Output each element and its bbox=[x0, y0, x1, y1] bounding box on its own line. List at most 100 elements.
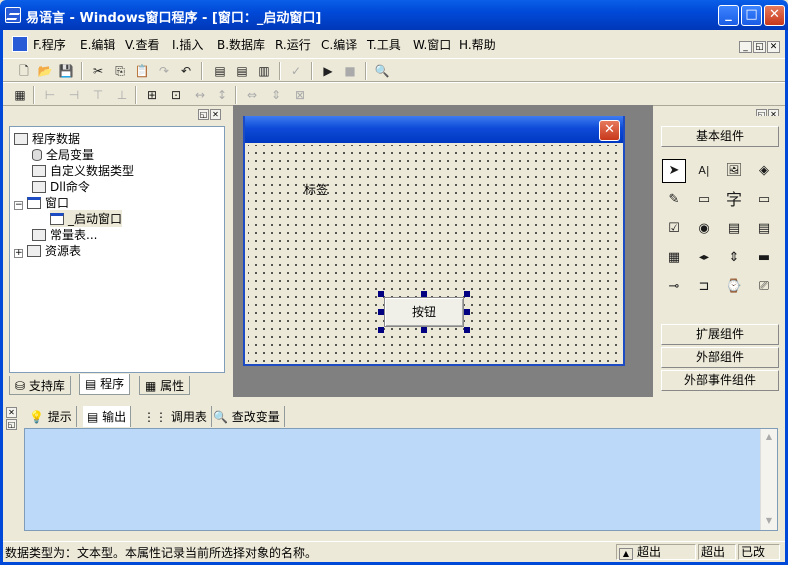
menu-view[interactable]: V.查看 bbox=[125, 36, 159, 53]
menu-compile[interactable]: C.编译 bbox=[321, 36, 357, 53]
tree-item-global-vars[interactable]: 全局变量 bbox=[32, 146, 94, 163]
menu-help[interactable]: H.帮助 bbox=[459, 36, 496, 53]
tab-watch-vars[interactable]: 🔍 查改变量 bbox=[209, 406, 285, 427]
groupbox-tool-icon[interactable]: ▭ bbox=[692, 188, 716, 212]
check-icon[interactable]: ✓ bbox=[287, 62, 305, 80]
center-v-icon[interactable]: ⊡ bbox=[167, 86, 185, 104]
pointer-icon[interactable]: ➤ bbox=[662, 159, 686, 183]
menu-run[interactable]: R.运行 bbox=[275, 36, 311, 53]
align-left-icon[interactable]: ⊢ bbox=[41, 86, 59, 104]
menu-edit[interactable]: E.编辑 bbox=[80, 36, 115, 53]
copy-icon[interactable]: ⎘ bbox=[111, 62, 129, 80]
picture-tool-icon[interactable]: 🖼 bbox=[722, 159, 746, 183]
center-h-icon[interactable]: ⊞ bbox=[143, 86, 161, 104]
form-close-icon[interactable]: ✕ bbox=[599, 120, 620, 141]
find-icon[interactable]: 🔍 bbox=[373, 62, 391, 80]
tab-properties[interactable]: ▦ 属性 bbox=[139, 376, 191, 395]
menu-insert[interactable]: I.插入 bbox=[172, 36, 203, 53]
resize-handle[interactable] bbox=[464, 309, 470, 315]
vscroll-tool-icon[interactable]: ⇕ bbox=[722, 246, 746, 270]
combobox-tool-icon[interactable]: ▤ bbox=[722, 217, 746, 241]
menu-tools[interactable]: T.工具 bbox=[367, 36, 401, 53]
listbox-tool-icon[interactable]: ▤ bbox=[752, 217, 776, 241]
maximize-icon[interactable]: □ bbox=[741, 5, 762, 26]
tab-call-table[interactable]: ⋮⋮ 调用表 bbox=[139, 406, 212, 427]
draw-tool-icon[interactable]: ✎ bbox=[662, 188, 686, 212]
scroll-down-icon[interactable]: ▼ bbox=[761, 513, 777, 529]
run-icon[interactable]: ▶ bbox=[319, 62, 337, 80]
slider-tool-icon[interactable]: ⊸ bbox=[662, 275, 686, 299]
resize-handle[interactable] bbox=[421, 327, 427, 333]
label-tool-icon[interactable]: A| bbox=[692, 159, 716, 183]
resize-handle[interactable] bbox=[421, 291, 427, 297]
radio-tool-icon[interactable]: ◉ bbox=[692, 217, 716, 241]
shape-tool-icon[interactable]: ◈ bbox=[752, 159, 776, 183]
panel-close-icon[interactable]: ✕ bbox=[210, 109, 221, 120]
menu-database[interactable]: B.数据库 bbox=[217, 36, 265, 53]
resize-handle[interactable] bbox=[464, 327, 470, 333]
stop-icon[interactable]: ■ bbox=[341, 62, 359, 80]
menu-program[interactable]: F.程序 bbox=[33, 36, 66, 53]
program-tree[interactable]: 程序数据 全局变量 自定义数据类型 Dll命令 − 窗口 _启动窗口 常量表...… bbox=[9, 126, 225, 373]
text-tool-icon[interactable]: 字 bbox=[722, 188, 746, 212]
dialog-tool-icon[interactable]: ⎚ bbox=[752, 275, 776, 299]
mdi-close-icon[interactable]: ✕ bbox=[767, 41, 780, 53]
mdi-restore-icon[interactable]: ◱ bbox=[753, 41, 766, 53]
progress-tool-icon[interactable]: ▬ bbox=[752, 246, 776, 270]
panel-restore-icon[interactable]: ◱ bbox=[198, 109, 209, 120]
extended-components-button[interactable]: 扩展组件 bbox=[661, 324, 779, 345]
resize-handle[interactable] bbox=[464, 291, 470, 297]
close-icon[interactable]: ✕ bbox=[764, 5, 785, 26]
properties-icon[interactable]: ▦ bbox=[11, 86, 29, 104]
undo-icon[interactable]: ↶ bbox=[177, 62, 195, 80]
save-icon[interactable]: 💾 bbox=[57, 62, 75, 80]
form-title-bar[interactable]: ✕ bbox=[245, 116, 623, 143]
mdi-minimize-icon[interactable]: _ bbox=[739, 41, 752, 53]
app-icon[interactable] bbox=[5, 7, 21, 23]
collapse-icon[interactable]: − bbox=[14, 201, 23, 210]
paste-icon[interactable]: 📋 bbox=[133, 62, 151, 80]
align-bottom-icon[interactable]: ⊥ bbox=[113, 86, 131, 104]
hscroll-tool-icon[interactable]: ◂▸ bbox=[692, 246, 716, 270]
layout-2-icon[interactable]: ▤ bbox=[233, 62, 251, 80]
redo-icon[interactable]: ↷ bbox=[155, 62, 173, 80]
external-components-button[interactable]: 外部组件 bbox=[661, 347, 779, 368]
grid-tool-icon[interactable]: ▦ bbox=[662, 246, 686, 270]
timer-tool-icon[interactable]: ⌚ bbox=[722, 275, 746, 299]
title-bar[interactable]: 易语言 - Windows窗口程序 - [窗口：_启动窗口] _ □ ✕ bbox=[0, 0, 788, 30]
external-event-components-button[interactable]: 外部事件组件 bbox=[661, 370, 779, 391]
resize-handle[interactable] bbox=[378, 327, 384, 333]
form-window[interactable]: ✕ 标签 按钮 bbox=[243, 116, 625, 366]
new-file-icon[interactable]: 🗋 bbox=[15, 62, 33, 80]
open-folder-icon[interactable]: 📂 bbox=[36, 62, 54, 80]
cut-icon[interactable]: ✂ bbox=[89, 62, 107, 80]
tab-program[interactable]: ▤ 程序 bbox=[79, 374, 131, 395]
tab-tool-icon[interactable]: ⊐ bbox=[692, 275, 716, 299]
tab-hint[interactable]: 💡 提示 bbox=[25, 406, 77, 427]
minimize-icon[interactable]: _ bbox=[718, 5, 739, 26]
tree-item-dll[interactable]: Dll命令 bbox=[32, 178, 90, 195]
tree-item-custom-types[interactable]: 自定义数据类型 bbox=[32, 162, 134, 179]
resize-handle[interactable] bbox=[378, 291, 384, 297]
align-top-icon[interactable]: ⊤ bbox=[89, 86, 107, 104]
tree-item-windows[interactable]: − 窗口 bbox=[14, 194, 69, 211]
basic-components-button[interactable]: 基本组件 bbox=[661, 126, 779, 147]
output-pane[interactable]: ▲ ▼ bbox=[24, 428, 778, 531]
same-size-icon[interactable]: ⊠ bbox=[291, 86, 309, 104]
output-scrollbar[interactable]: ▲ ▼ bbox=[760, 429, 777, 530]
button-tool-icon[interactable]: ▭ bbox=[752, 188, 776, 212]
layout-1-icon[interactable]: ▤ bbox=[211, 62, 229, 80]
tab-support-lib[interactable]: ⛁ 支持库 bbox=[9, 376, 71, 395]
space-v-icon[interactable]: ↕ bbox=[213, 86, 231, 104]
form-client-area[interactable]: 标签 按钮 bbox=[248, 145, 622, 363]
checkbox-tool-icon[interactable]: ☑ bbox=[662, 217, 686, 241]
menu-window[interactable]: W.窗口 bbox=[413, 36, 451, 53]
tab-output[interactable]: ▤ 输出 bbox=[83, 406, 132, 427]
same-height-icon[interactable]: ⇕ bbox=[267, 86, 285, 104]
expand-icon[interactable]: + bbox=[14, 249, 23, 258]
mdi-doc-icon[interactable] bbox=[12, 36, 28, 52]
tree-item-resources[interactable]: + 资源表 bbox=[14, 242, 81, 259]
scroll-up-icon[interactable]: ▲ bbox=[761, 429, 777, 445]
layout-3-icon[interactable]: ▥ bbox=[255, 62, 273, 80]
label-control[interactable]: 标签 bbox=[304, 181, 328, 198]
